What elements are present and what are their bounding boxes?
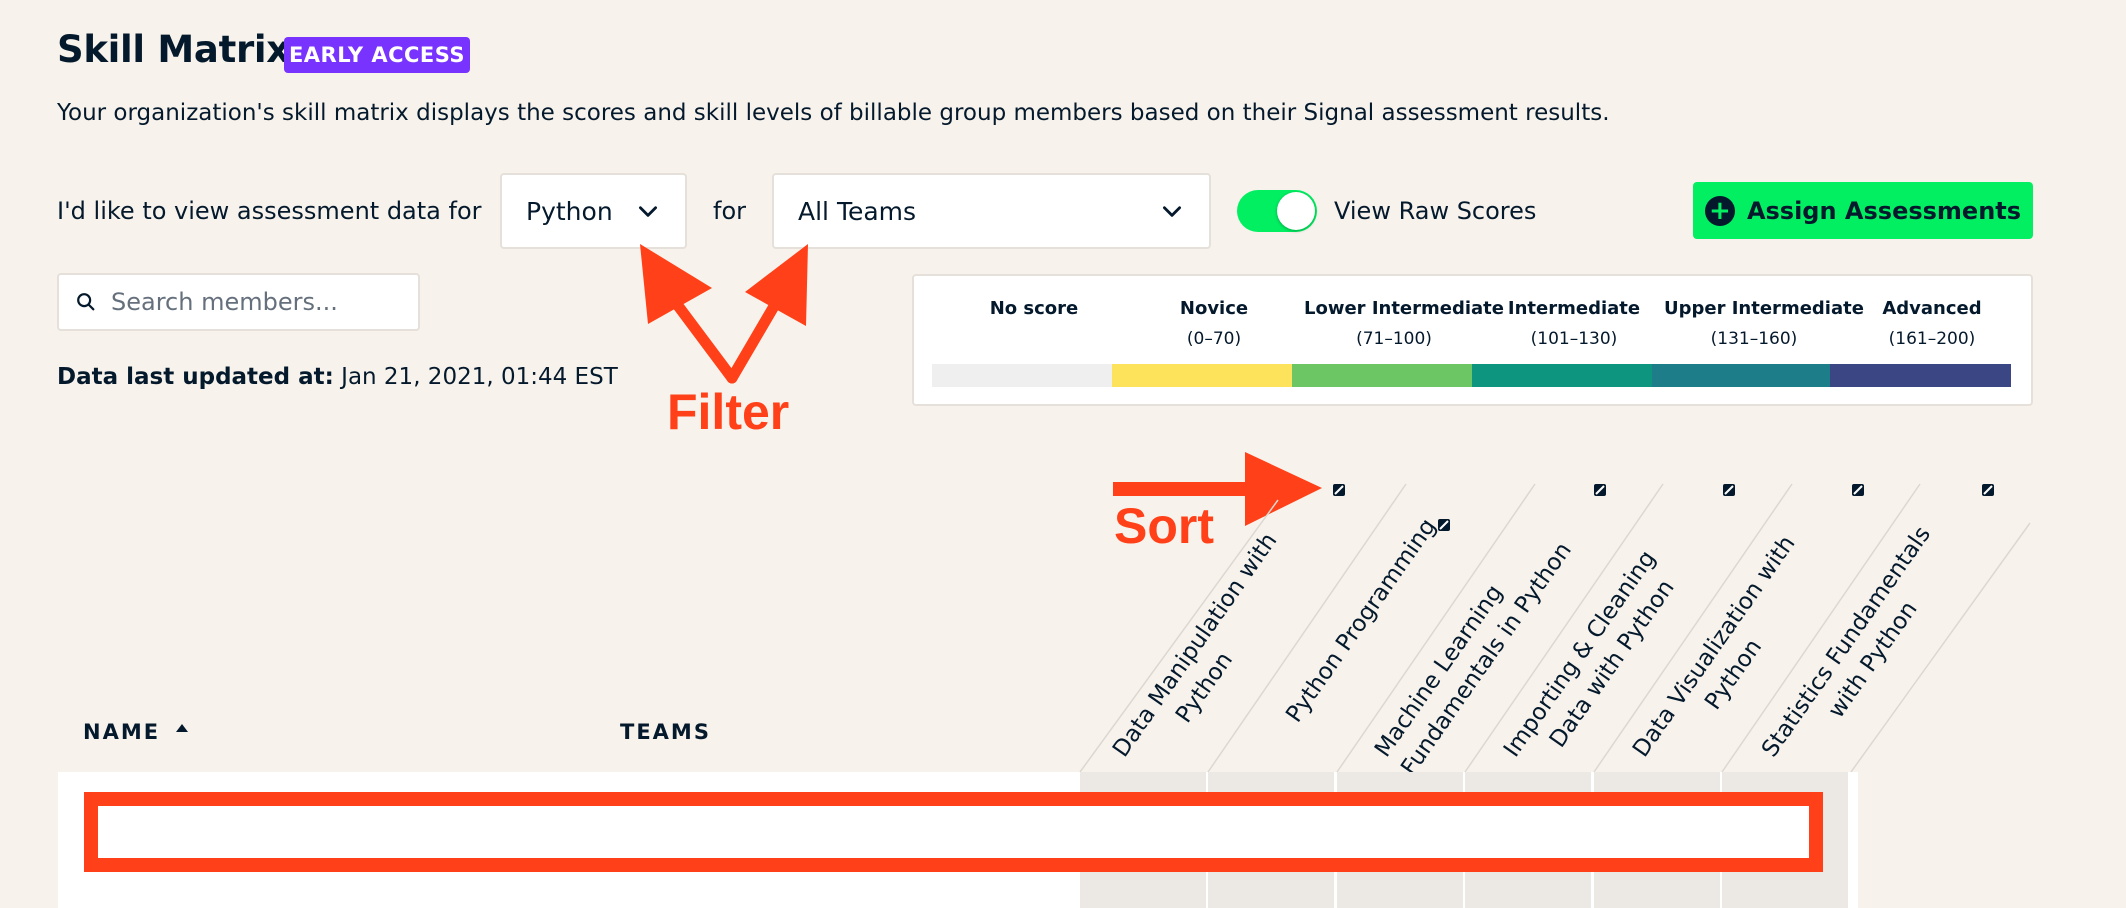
column-sort-icon[interactable] — [1722, 483, 1736, 497]
teams-column-header: TEAMS — [620, 720, 711, 744]
filter-arrows-icon — [640, 244, 808, 384]
sort-ascending-icon — [176, 724, 189, 732]
column-sort-icon[interactable] — [1332, 483, 1346, 497]
column-sort-icon[interactable] — [1981, 483, 1995, 497]
name-header-label: NAME — [83, 720, 161, 744]
table-row[interactable] — [84, 792, 1823, 872]
column-sort-icon[interactable] — [1437, 518, 1451, 532]
name-column-header[interactable]: NAME — [83, 720, 189, 744]
column-sort-icon[interactable] — [1593, 483, 1607, 497]
sort-annotation-label: Sort — [1114, 498, 1214, 554]
filter-annotation-label: Filter — [667, 384, 790, 440]
column-sort-icon[interactable] — [1851, 483, 1865, 497]
